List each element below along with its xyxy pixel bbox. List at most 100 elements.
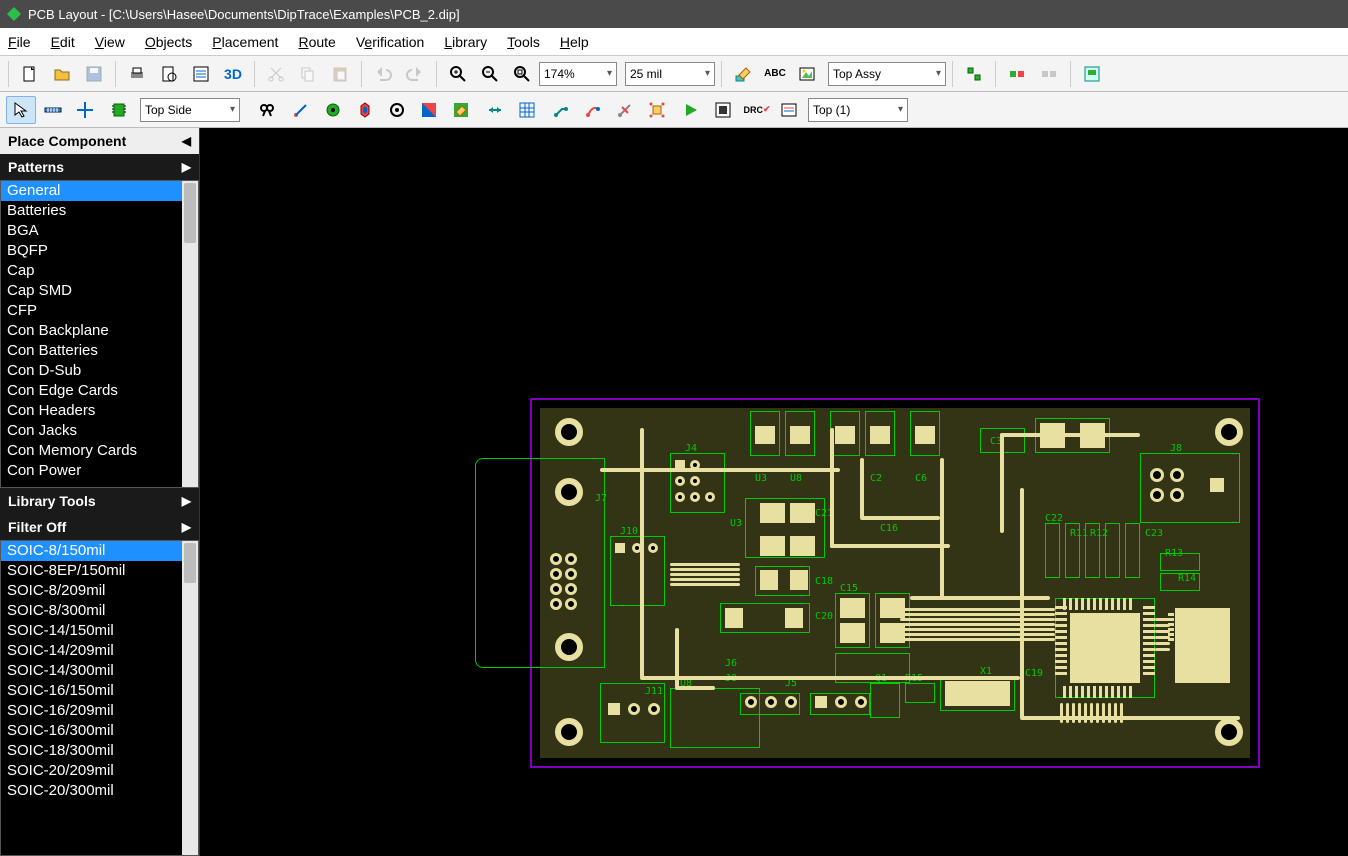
tool-c-button[interactable]	[1034, 60, 1064, 88]
origin-tool-button[interactable]	[70, 96, 100, 124]
save-button[interactable]	[79, 60, 109, 88]
dimension-button[interactable]	[480, 96, 510, 124]
library-item[interactable]: Cap	[1, 261, 198, 281]
patterns-listbox[interactable]: SOIC-8/150milSOIC-8EP/150milSOIC-8/209mi…	[0, 540, 199, 856]
menu-objects[interactable]: Objects	[145, 34, 192, 50]
library-item[interactable]: Con Edge Cards	[1, 381, 198, 401]
run-button[interactable]	[676, 96, 706, 124]
pattern-item[interactable]: SOIC-8/300mil	[1, 601, 198, 621]
preview-button[interactable]	[154, 60, 184, 88]
3d-button[interactable]: 3D	[218, 60, 248, 88]
copy-button[interactable]	[293, 60, 323, 88]
grid-button[interactable]	[512, 96, 542, 124]
menu-library[interactable]: Library	[444, 34, 487, 50]
library-item[interactable]: General	[1, 181, 198, 201]
pour-edit-button[interactable]	[446, 96, 476, 124]
pattern-item[interactable]: SOIC-20/300mil	[1, 781, 198, 801]
pattern-item[interactable]: SOIC-14/209mil	[1, 641, 198, 661]
cut-button[interactable]	[261, 60, 291, 88]
library-item[interactable]: BQFP	[1, 241, 198, 261]
libraries-listbox[interactable]: GeneralBatteriesBGABQFPCapCap SMDCFPCon …	[0, 180, 199, 488]
library-item[interactable]: Con Headers	[1, 401, 198, 421]
drc-button[interactable]: DRC✔	[742, 96, 772, 124]
component-button[interactable]	[104, 96, 134, 124]
library-item[interactable]: BGA	[1, 221, 198, 241]
mount-hole	[555, 418, 583, 446]
library-item[interactable]: Batteries	[1, 201, 198, 221]
patterns-scrollbar[interactable]	[182, 541, 198, 855]
open-button[interactable]	[47, 60, 77, 88]
pattern-item[interactable]: SOIC-16/150mil	[1, 681, 198, 701]
pattern-item[interactable]: SOIC-8/209mil	[1, 581, 198, 601]
pad	[690, 492, 700, 502]
zoom-out-button[interactable]	[475, 60, 505, 88]
copper-pour-button[interactable]	[414, 96, 444, 124]
menu-view[interactable]: View	[95, 34, 125, 50]
pattern-item[interactable]: SOIC-14/300mil	[1, 661, 198, 681]
library-item[interactable]: Con Memory Cards	[1, 441, 198, 461]
auto-route-button[interactable]	[578, 96, 608, 124]
active-layer-select[interactable]: Top (1)▾	[808, 98, 908, 122]
titles-button[interactable]	[186, 60, 216, 88]
mounthole-button[interactable]	[350, 96, 380, 124]
library-item[interactable]: Con Batteries	[1, 341, 198, 361]
fanout-button[interactable]	[642, 96, 672, 124]
filter-header[interactable]: Filter Off▶	[0, 514, 199, 540]
menu-verification[interactable]: Verification	[356, 34, 425, 50]
pattern-item[interactable]: SOIC-14/150mil	[1, 621, 198, 641]
pattern-item[interactable]: SOIC-18/300mil	[1, 741, 198, 761]
image-button[interactable]	[792, 60, 822, 88]
pcb-canvas[interactable]: J7 J4 U3 U8 C2 C6	[200, 128, 1348, 856]
mount-hole	[555, 718, 583, 746]
menu-edit[interactable]: Edit	[51, 34, 75, 50]
pattern-item[interactable]: SOIC-20/209mil	[1, 761, 198, 781]
target-button[interactable]	[382, 96, 412, 124]
side-select[interactable]: Top Side▾	[140, 98, 240, 122]
libraries-scrollbar[interactable]	[182, 181, 198, 487]
tool-b-button[interactable]	[1002, 60, 1032, 88]
layer-display-select[interactable]: Top Assy▾	[828, 62, 946, 86]
library-item[interactable]: Con Jacks	[1, 421, 198, 441]
connector-j7	[475, 458, 605, 668]
library-item[interactable]: Con Power	[1, 461, 198, 481]
zoom-select[interactable]: 174%▾	[539, 62, 617, 86]
library-tools-header[interactable]: Library Tools▶	[0, 488, 199, 514]
find-button[interactable]	[252, 96, 282, 124]
new-button[interactable]	[15, 60, 45, 88]
library-item[interactable]: Cap SMD	[1, 281, 198, 301]
unroute-button[interactable]	[610, 96, 640, 124]
grid-unit-select[interactable]: 25 mil▾	[625, 62, 715, 86]
menu-help[interactable]: Help	[560, 34, 589, 50]
pattern-item[interactable]: SOIC-8EP/150mil	[1, 561, 198, 581]
library-item[interactable]: Con D-Sub	[1, 361, 198, 381]
select-tool-button[interactable]	[6, 96, 36, 124]
place-component-header[interactable]: Place Component◀	[0, 128, 199, 154]
via-button[interactable]	[318, 96, 348, 124]
measure-tool-button[interactable]	[38, 96, 68, 124]
tool-d-button[interactable]	[1077, 60, 1107, 88]
route-line-button[interactable]	[286, 96, 316, 124]
zoom-in-button[interactable]	[443, 60, 473, 88]
library-item[interactable]: Con Backplane	[1, 321, 198, 341]
menu-tools[interactable]: Tools	[507, 34, 540, 50]
stop-button[interactable]	[708, 96, 738, 124]
patterns-header[interactable]: Patterns▶	[0, 154, 199, 180]
expand-icon: ▶	[182, 160, 191, 174]
print-button[interactable]	[122, 60, 152, 88]
undo-button[interactable]	[368, 60, 398, 88]
paste-button[interactable]	[325, 60, 355, 88]
manual-route-button[interactable]	[546, 96, 576, 124]
edit-select-button[interactable]	[728, 60, 758, 88]
pattern-item[interactable]: SOIC-16/300mil	[1, 721, 198, 741]
redo-button[interactable]	[400, 60, 430, 88]
tool-a-button[interactable]	[959, 60, 989, 88]
drc-settings-button[interactable]	[774, 96, 804, 124]
menu-file[interactable]: File	[8, 34, 31, 50]
text-button[interactable]: ABC	[760, 60, 790, 88]
menu-placement[interactable]: Placement	[212, 34, 278, 50]
zoom-window-button[interactable]	[507, 60, 537, 88]
pattern-item[interactable]: SOIC-16/209mil	[1, 701, 198, 721]
library-item[interactable]: CFP	[1, 301, 198, 321]
pattern-item[interactable]: SOIC-8/150mil	[1, 541, 198, 561]
menu-route[interactable]: Route	[298, 34, 335, 50]
